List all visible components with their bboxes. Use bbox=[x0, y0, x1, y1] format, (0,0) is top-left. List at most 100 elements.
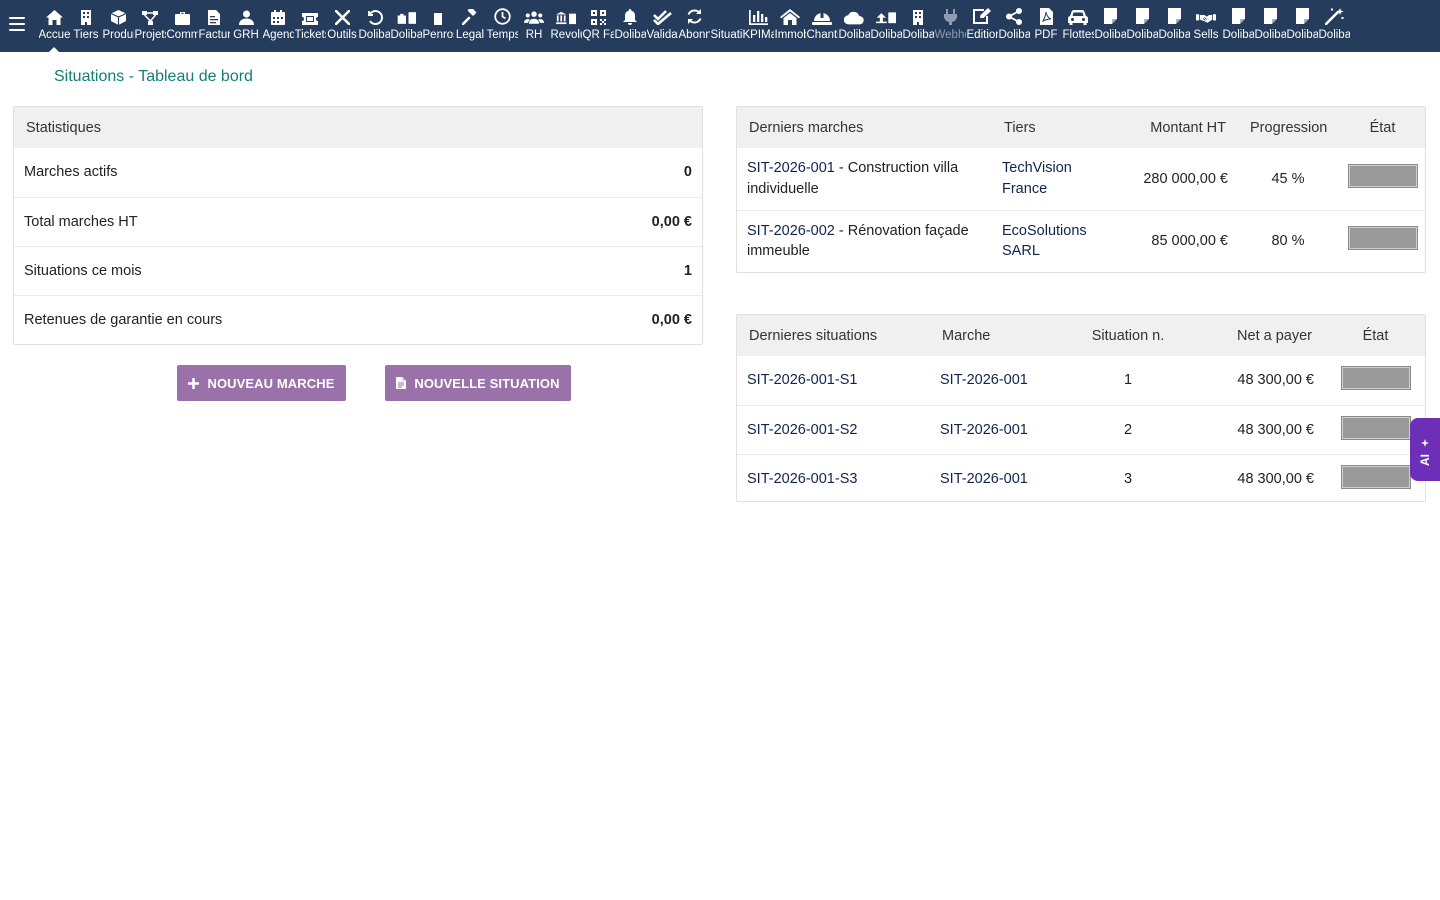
menu-item-agenda[interactable]: Agenda bbox=[262, 0, 294, 52]
user-tie-icon bbox=[236, 0, 256, 26]
top-menu: AccueilTiersProduitsProjetsCommercialFac… bbox=[38, 0, 1350, 52]
column-header-amount: Montant HT bbox=[1116, 107, 1238, 148]
market-progress: 80 % bbox=[1238, 209, 1338, 272]
menu-item-dolibarr[interactable]: Dolibarr bbox=[1254, 0, 1286, 52]
situation-ref-link[interactable]: SIT-2026-001-S1 bbox=[747, 372, 857, 388]
menu-item-situations[interactable]: Situations bbox=[710, 0, 742, 52]
menu-item-label: Accueil bbox=[38, 29, 70, 41]
menu-item-grh[interactable]: GRH bbox=[230, 0, 262, 52]
situation-ref-link[interactable]: SIT-2026-001-S2 bbox=[747, 422, 857, 438]
menu-item-label: Commercial bbox=[166, 29, 198, 41]
menu-item-label: Dolibarr bbox=[902, 29, 934, 41]
menu-item-qr-facture[interactable]: QR Facture bbox=[582, 0, 614, 52]
ai-assistant-tab[interactable]: AI bbox=[1410, 418, 1440, 481]
menu-item-sells[interactable]: Sells bbox=[1190, 0, 1222, 52]
menu-item-label: Dolibarr bbox=[838, 29, 870, 41]
menu-item-produits[interactable]: Produits bbox=[102, 0, 134, 52]
table-row: SIT-2026-001-S2 SIT-2026-001 2 48 300,00… bbox=[737, 404, 1425, 454]
document-icon bbox=[1132, 0, 1152, 26]
menu-item-projets[interactable]: Projets bbox=[134, 0, 166, 52]
menu-item-dolibarr[interactable]: Dolibarr bbox=[390, 0, 422, 52]
menu-item-editions[interactable]: Editions bbox=[966, 0, 998, 52]
menu-item-label: Abonnements bbox=[678, 29, 710, 41]
menu-item-dolibarr[interactable]: Dolibarr bbox=[358, 0, 390, 52]
menu-item-label: Dolibarr bbox=[1126, 29, 1158, 41]
menu-item-label: Temps bbox=[486, 29, 518, 41]
menu-item-label: Dolibarr bbox=[390, 29, 422, 41]
stat-value: 0 bbox=[683, 164, 692, 181]
menu-item-label: GRH bbox=[233, 29, 259, 41]
menu-item-temps[interactable]: Temps bbox=[486, 0, 518, 52]
menu-item-label: KPIMaster bbox=[742, 29, 774, 41]
menu-item-kpimaster[interactable]: KPIMaster bbox=[742, 0, 774, 52]
menu-item-label: PDF bbox=[1034, 29, 1058, 41]
briefcase-icon bbox=[172, 0, 192, 26]
menu-item-webhooks[interactable]: Webhooks bbox=[934, 0, 966, 52]
menu-item-tickets[interactable]: Tickets bbox=[294, 0, 326, 52]
menu-item-label: QR Facture bbox=[582, 29, 614, 41]
undo-icon bbox=[364, 0, 384, 26]
menu-item-legal[interactable]: Legal bbox=[454, 0, 486, 52]
situation-number: 3 bbox=[1070, 453, 1186, 501]
menu-item-label: Dolibarr bbox=[1222, 29, 1254, 41]
menu-item-facturation[interactable]: Facturation bbox=[198, 0, 230, 52]
menu-item-validation[interactable]: Validation bbox=[646, 0, 678, 52]
column-header-progress: Progression bbox=[1238, 107, 1338, 148]
menu-item-dolibarr[interactable]: Dolibarr bbox=[902, 0, 934, 52]
menu-item-dolibarr[interactable]: Dolibarr bbox=[998, 0, 1030, 52]
statistics-header: Statistiques bbox=[14, 107, 702, 148]
menu-item-penrose[interactable]: Penrose bbox=[422, 0, 454, 52]
tools-icon bbox=[332, 0, 352, 26]
menu-item-label: Dolibarr bbox=[1254, 29, 1286, 41]
menu-item-commercial[interactable]: Commercial bbox=[166, 0, 198, 52]
tiers-link[interactable]: EcoSolutions SARL bbox=[1002, 223, 1087, 260]
menu-item-dolibarr[interactable]: Dolibarr bbox=[1286, 0, 1318, 52]
market-ref-link[interactable]: SIT-2026-001 bbox=[940, 422, 1028, 438]
stat-value: 0,00 € bbox=[358, 294, 702, 344]
menu-item-dolibarr[interactable]: Dolibarr bbox=[1094, 0, 1126, 52]
status-badge bbox=[1340, 464, 1411, 489]
menu-item-tiers[interactable]: Tiers bbox=[70, 0, 102, 52]
menu-item-accueil[interactable]: Accueil bbox=[38, 0, 70, 52]
menu-item-dolibarr[interactable]: Dolibarr bbox=[1222, 0, 1254, 52]
stat-label: Total marches HT bbox=[14, 196, 358, 246]
menu-item-rh[interactable]: RH bbox=[518, 0, 550, 52]
menu-item-dolibarr[interactable]: Dolibarr bbox=[870, 0, 902, 52]
menu-item-immobilier[interactable]: Immobilier bbox=[774, 0, 806, 52]
column-header-market: Derniers marches bbox=[737, 107, 992, 148]
menu-item-flottes[interactable]: Flottes bbox=[1062, 0, 1094, 52]
market-ref-link[interactable]: SIT-2026-001 bbox=[747, 160, 835, 176]
stat-value: 1 bbox=[358, 245, 702, 295]
market-ref-link[interactable]: SIT-2026-001 bbox=[940, 372, 1028, 388]
column-header-state: État bbox=[1324, 315, 1425, 356]
market-ref-link[interactable]: SIT-2026-001 bbox=[940, 471, 1028, 487]
bar-chart-icon bbox=[748, 0, 768, 26]
market-amount: 280 000,00 € bbox=[1143, 170, 1228, 187]
status-badge bbox=[1340, 366, 1411, 391]
menu-item-pdf[interactable]: PDF bbox=[1030, 0, 1062, 52]
menu-item-dolibarr[interactable]: Dolibarr bbox=[838, 0, 870, 52]
menu-item-dolibarr[interactable]: Dolibarr bbox=[1126, 0, 1158, 52]
recent-markets-panel: Derniers marches Tiers Montant HT Progre… bbox=[736, 106, 1426, 273]
top-navigation-bar: AccueilTiersProduitsProjetsCommercialFac… bbox=[0, 0, 1440, 52]
menu-item-revolut[interactable]: Revolut bbox=[550, 0, 582, 52]
tiers-link[interactable]: TechVision France bbox=[1002, 160, 1072, 197]
document-icon bbox=[1228, 0, 1248, 26]
stat-value: 0,00 € bbox=[358, 196, 702, 246]
new-market-button[interactable]: NOUVEAU MARCHE bbox=[177, 365, 346, 401]
table-row: SIT-2026-001-S1 SIT-2026-001 1 48 300,00… bbox=[737, 356, 1425, 405]
menu-item-abonnements[interactable]: Abonnements bbox=[678, 0, 710, 52]
menu-item-dolibarr[interactable]: Dolibarr bbox=[1158, 0, 1190, 52]
market-ref-link[interactable]: SIT-2026-002 bbox=[747, 223, 835, 239]
menu-item-outils[interactable]: Outils bbox=[326, 0, 358, 52]
situation-ref-link[interactable]: SIT-2026-001-S3 bbox=[747, 471, 857, 487]
menu-item-chantiers[interactable]: Chantiers bbox=[806, 0, 838, 52]
hamburger-menu-icon[interactable] bbox=[9, 17, 25, 35]
menu-item-label: Editions bbox=[966, 29, 998, 41]
car-icon bbox=[1068, 0, 1088, 26]
stat-row: Total marches HT 0,00 € bbox=[14, 196, 702, 246]
menu-item-dolibarr[interactable]: Dolibarr bbox=[614, 0, 646, 52]
magic-wand-icon bbox=[1324, 0, 1344, 26]
menu-item-dolibarr[interactable]: Dolibarr bbox=[1318, 0, 1350, 52]
new-situation-button[interactable]: NOUVELLE SITUATION bbox=[385, 365, 571, 401]
